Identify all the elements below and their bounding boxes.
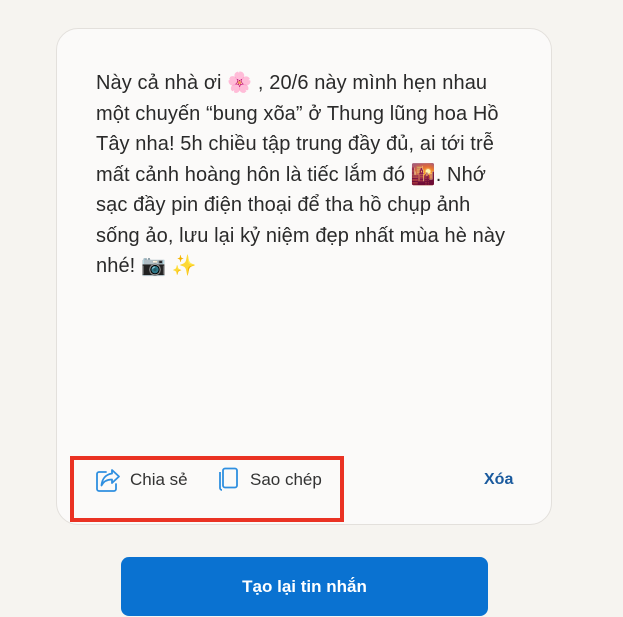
copy-label: Sao chép (250, 470, 322, 489)
share-button[interactable]: Chia sẻ (94, 466, 188, 494)
regenerate-message-button[interactable]: Tạo lại tin nhắn (121, 557, 488, 616)
copy-button[interactable]: Sao chép (214, 466, 322, 494)
share-label: Chia sẻ (130, 470, 188, 489)
delete-button[interactable]: Xóa (484, 471, 513, 489)
generated-message-text: Này cả nhà ơi 🌸 , 20/6 này mình hẹn nhau… (96, 72, 506, 277)
copy-icon (214, 466, 242, 494)
share-icon (94, 466, 122, 494)
